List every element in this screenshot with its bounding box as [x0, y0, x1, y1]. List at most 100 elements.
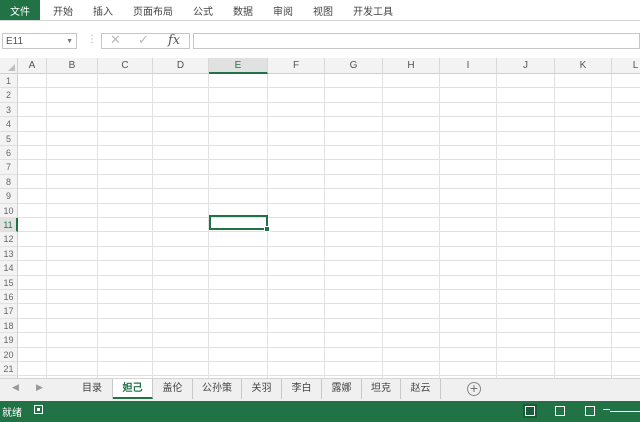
- row-header-14[interactable]: 14: [0, 261, 18, 276]
- tab-formulas[interactable]: 公式: [193, 3, 213, 18]
- column-header-g[interactable]: G: [325, 58, 383, 74]
- grid-row-line: [18, 188, 640, 190]
- zoom-slider[interactable]: [610, 411, 640, 412]
- zoom-out-button[interactable]: −: [602, 403, 611, 416]
- formula-buttons: ✕ ✓ fx: [101, 33, 190, 49]
- column-header-d[interactable]: D: [153, 58, 209, 74]
- normal-view-button[interactable]: [523, 404, 537, 418]
- row-header-9[interactable]: 9: [0, 189, 18, 204]
- tab-review[interactable]: 审阅: [273, 3, 293, 18]
- sheet-tab[interactable]: 露娜: [322, 379, 362, 399]
- grid-row-line: [18, 217, 640, 218]
- grid-row-line: [18, 375, 640, 377]
- scroll-left-icon[interactable]: ◀: [12, 383, 19, 393]
- worksheet-grid[interactable]: A B C D E F G H I J K L 1 2 3 4 5 6 7 8 9 10 11 12 13 14 15 16 17 18 1…: [0, 58, 640, 391]
- grid-row-line: [18, 317, 640, 319]
- sheet-tab[interactable]: 目录: [72, 379, 113, 399]
- page-layout-icon: [555, 406, 565, 416]
- active-cell[interactable]: [209, 215, 270, 232]
- grid-row-line: [18, 332, 640, 334]
- sheet-tab[interactable]: 赵云: [401, 379, 441, 399]
- chevron-down-icon[interactable]: ▼: [66, 34, 73, 50]
- row-header-7[interactable]: 7: [0, 160, 18, 175]
- formula-bar: E11 ▼ ⋮ ✕ ✓ fx: [0, 30, 640, 52]
- row-header-18[interactable]: 18: [0, 318, 18, 334]
- row-header-20[interactable]: 20: [0, 347, 18, 362]
- tab-home[interactable]: 开始: [53, 3, 73, 18]
- row-header-15[interactable]: 15: [0, 275, 18, 290]
- macro-record-icon[interactable]: [34, 405, 43, 414]
- grid-row-line: [18, 202, 640, 204]
- grid-row-line: [18, 130, 640, 132]
- row-header-5[interactable]: 5: [0, 131, 18, 146]
- check-icon[interactable]: ✓: [138, 33, 149, 48]
- column-header-h[interactable]: H: [383, 58, 440, 74]
- tab-page-layout[interactable]: 页面布局: [133, 3, 173, 18]
- column-header-c[interactable]: C: [98, 58, 153, 74]
- tab-insert[interactable]: 插入: [93, 3, 113, 18]
- column-header-l[interactable]: L: [612, 58, 640, 74]
- column-header-k[interactable]: K: [555, 58, 612, 74]
- column-header-f[interactable]: F: [268, 58, 325, 74]
- grid-row-line: [18, 289, 640, 290]
- formula-input[interactable]: [193, 33, 640, 49]
- row-header-19[interactable]: 19: [0, 333, 18, 348]
- grid-row-line: [18, 303, 640, 305]
- status-bar: 就绪 −: [0, 401, 640, 422]
- grid-row-line: [18, 245, 640, 247]
- column-header-i[interactable]: I: [440, 58, 497, 74]
- row-header-4[interactable]: 4: [0, 117, 18, 132]
- column-header-e[interactable]: E: [209, 58, 268, 74]
- grid-row-line: [18, 101, 640, 103]
- row-header-8[interactable]: 8: [0, 174, 18, 190]
- grid-row-line: [18, 116, 640, 118]
- grid-row-line: [18, 260, 640, 262]
- row-header-1[interactable]: 1: [0, 74, 18, 89]
- grid-row-line: [18, 361, 640, 362]
- insert-function-button[interactable]: fx: [168, 33, 180, 48]
- plus-circle-icon[interactable]: +: [467, 382, 481, 396]
- row-header-2[interactable]: 2: [0, 88, 18, 103]
- status-ready-text: 就绪: [2, 408, 22, 419]
- tab-view[interactable]: 视图: [313, 3, 333, 18]
- grid-row-line: [18, 274, 640, 276]
- sheet-tab[interactable]: 公孙策: [193, 379, 242, 399]
- grid-row-line: [18, 145, 640, 146]
- page-break-view-button[interactable]: [583, 404, 597, 418]
- grid-view-icon: [525, 406, 535, 416]
- page-break-icon: [585, 406, 595, 416]
- grid-row-line: [18, 173, 640, 175]
- sheet-tab-bar: ◀ ▶ + 目录 妲己 盖伦 公孙策 关羽 李白 露娜 坦克 赵云: [0, 378, 640, 401]
- sheet-tab[interactable]: 李白: [282, 379, 322, 399]
- sheet-tab[interactable]: 坦克: [362, 379, 401, 399]
- row-header-6[interactable]: 6: [0, 146, 18, 161]
- row-header-12[interactable]: 12: [0, 232, 18, 247]
- column-header-a[interactable]: A: [18, 58, 47, 74]
- column-header-b[interactable]: B: [47, 58, 98, 74]
- tab-developer[interactable]: 开发工具: [353, 3, 393, 18]
- select-all-corner[interactable]: [0, 58, 18, 74]
- close-icon[interactable]: ✕: [110, 33, 121, 48]
- row-header-3[interactable]: 3: [0, 102, 18, 118]
- sheet-tab[interactable]: 妲己: [113, 379, 153, 399]
- row-header-11[interactable]: 11: [0, 218, 18, 233]
- grid-row-line: [18, 346, 640, 348]
- scroll-right-icon[interactable]: ▶: [36, 383, 43, 393]
- tab-file[interactable]: 文件: [0, 0, 40, 20]
- tab-data[interactable]: 数据: [233, 3, 253, 18]
- column-header-j[interactable]: J: [497, 58, 555, 74]
- row-header-10[interactable]: 10: [0, 203, 18, 218]
- formula-bar-grip-icon: ⋮: [87, 34, 97, 45]
- sheet-tab[interactable]: 关羽: [242, 379, 282, 399]
- name-box-value: E11: [6, 36, 24, 47]
- row-header-17[interactable]: 17: [0, 304, 18, 319]
- page-layout-view-button[interactable]: [553, 404, 567, 418]
- grid-row-line: [18, 87, 640, 89]
- name-box[interactable]: E11 ▼: [2, 33, 77, 49]
- row-header-16[interactable]: 16: [0, 290, 18, 305]
- row-header-13[interactable]: 13: [0, 246, 18, 262]
- sheet-tab[interactable]: 盖伦: [153, 379, 193, 399]
- grid-row-line: [18, 231, 640, 233]
- row-header-21[interactable]: 21: [0, 362, 18, 377]
- ribbon-tabs: 文件 开始 插入 页面布局 公式 数据 审阅 视图 开发工具: [0, 0, 640, 21]
